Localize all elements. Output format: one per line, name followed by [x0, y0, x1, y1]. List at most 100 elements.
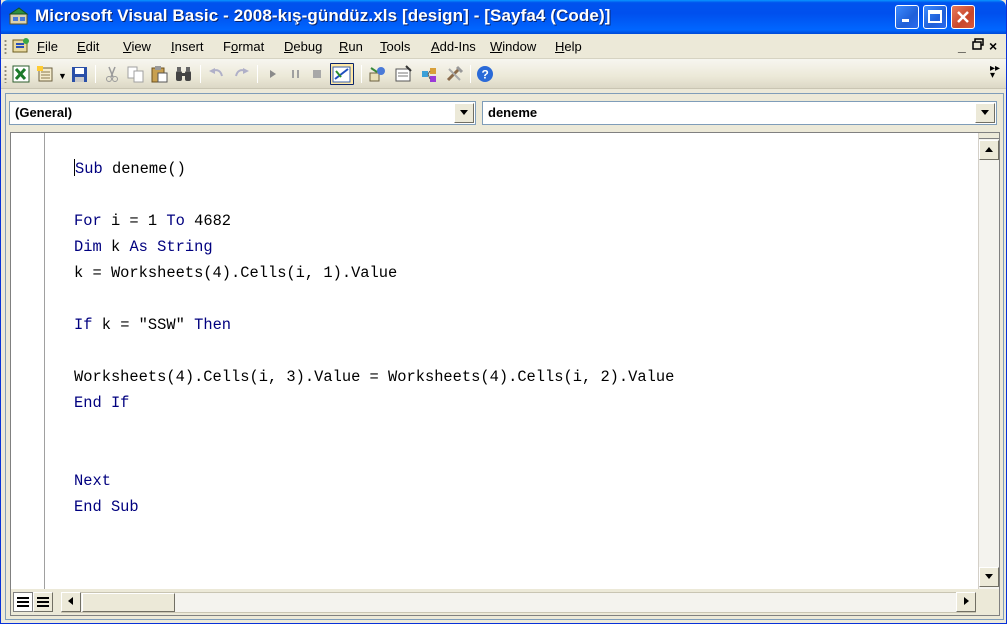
code-line[interactable]	[74, 286, 674, 312]
insert-dropdown-icon[interactable]: ▼	[58, 71, 67, 81]
code-token: 4682	[184, 212, 232, 230]
break-button[interactable]	[285, 64, 307, 84]
object-dropdown-button[interactable]	[454, 103, 474, 123]
undo-button[interactable]	[206, 64, 228, 84]
keyword-token: For	[74, 212, 102, 230]
title-bar[interactable]: Microsoft Visual Basic - 2008-kış-gündüz…	[1, 0, 1006, 34]
pane-splitter[interactable]	[979, 133, 999, 139]
code-line[interactable]: If k = "SSW" Then	[74, 312, 674, 338]
code-line[interactable]: Dim k As String	[74, 234, 674, 260]
mdi-close-button[interactable]: ×	[989, 38, 997, 54]
save-button[interactable]	[69, 64, 91, 84]
menu-item-edit[interactable]: Edit	[77, 39, 99, 54]
menu-item-format[interactable]: Format	[223, 39, 264, 54]
mdi-minimize-button[interactable]: _	[958, 38, 966, 54]
code-token: i = 1	[101, 212, 167, 230]
object-browser-button[interactable]	[419, 64, 441, 84]
save-icon	[72, 67, 87, 82]
redo-icon	[235, 68, 249, 77]
run-button[interactable]	[262, 64, 284, 84]
menu-item-window[interactable]: Window	[490, 39, 536, 54]
menu-item-file[interactable]: File	[37, 39, 58, 54]
reset-button[interactable]	[307, 64, 329, 84]
find-button[interactable]	[173, 64, 195, 84]
properties-icon	[395, 65, 412, 82]
procedure-combobox[interactable]: deneme	[482, 101, 997, 125]
vb-app-icon[interactable]	[9, 7, 29, 25]
code-line[interactable]	[74, 338, 674, 364]
code-line[interactable]: Sub deneme()	[74, 156, 674, 182]
toolbar-separator	[470, 65, 471, 83]
full-module-view-icon	[37, 597, 49, 599]
code-editor[interactable]: Sub deneme() For i = 1 To 4682 Dim k As St…	[10, 132, 1000, 616]
code-token: k = "SSW"	[92, 316, 195, 334]
procedure-view-button[interactable]	[13, 592, 33, 612]
code-text[interactable]: Sub deneme() For i = 1 To 4682 Dim k As St…	[74, 156, 674, 520]
horizontal-scrollbar[interactable]	[61, 592, 976, 613]
menu-item-run[interactable]: Run	[339, 39, 363, 54]
menubar-grip[interactable]	[4, 39, 7, 54]
toolbox-button[interactable]	[444, 64, 466, 84]
toolbar-separator	[200, 65, 201, 83]
help-icon: ?	[477, 66, 493, 82]
menu-item-tools[interactable]: Tools	[380, 39, 410, 54]
scroll-up-button[interactable]	[979, 140, 999, 160]
menu-item-help[interactable]: Help	[555, 39, 582, 54]
code-line[interactable]	[74, 182, 674, 208]
editor-bottom-bar	[11, 589, 999, 615]
chevron-up-icon	[985, 147, 993, 152]
vertical-scrollbar[interactable]	[978, 133, 999, 589]
scroll-down-button[interactable]	[979, 567, 999, 587]
close-button[interactable]	[951, 5, 975, 29]
cut-button[interactable]	[101, 64, 123, 84]
toolbar-separator	[257, 65, 258, 83]
menu-item-debug[interactable]: Debug	[284, 39, 322, 54]
chevron-down-icon	[981, 110, 989, 115]
code-line[interactable]: For i = 1 To 4682	[74, 208, 674, 234]
copy-button[interactable]	[125, 64, 147, 84]
scroll-right-button[interactable]	[956, 592, 976, 612]
find-icon	[176, 67, 191, 81]
project-explorer-button[interactable]	[367, 64, 389, 84]
indicator-margin[interactable]	[11, 133, 45, 589]
keyword-token: End Sub	[74, 498, 139, 516]
code-line[interactable]: Worksheets(4).Cells(i, 3).Value = Worksh…	[74, 364, 674, 390]
paste-button[interactable]	[149, 64, 171, 84]
keyword-token: As String	[129, 238, 213, 256]
document-control-icon[interactable]	[11, 37, 31, 55]
code-line[interactable]: Next	[74, 468, 674, 494]
view-excel-icon	[12, 65, 30, 83]
scroll-left-button[interactable]	[61, 592, 81, 612]
view-excel-button[interactable]	[11, 64, 33, 84]
object-combobox[interactable]: (General)	[9, 101, 476, 125]
toolbar-grip[interactable]	[4, 65, 7, 83]
keyword-token: Next	[74, 472, 111, 490]
code-line[interactable]	[74, 416, 674, 442]
minimize-button[interactable]	[895, 5, 919, 29]
close-icon	[957, 11, 969, 23]
redo-button[interactable]	[231, 64, 253, 84]
toolbar-options-chevron-icon[interactable]: ▸▸ ▾	[990, 64, 1000, 81]
toolbar-separator	[361, 65, 362, 83]
toolbox-icon	[446, 65, 464, 82]
code-line[interactable]: k = Worksheets(4).Cells(i, 1).Value	[74, 260, 674, 286]
menu-item-view[interactable]: View	[123, 39, 151, 54]
design-mode-icon	[332, 66, 351, 83]
procedure-dropdown-button[interactable]	[975, 103, 995, 123]
help-button[interactable]: ?	[475, 64, 497, 84]
horizontal-scroll-thumb[interactable]	[82, 593, 175, 612]
menu-item-add-ins[interactable]: Add-Ins	[431, 39, 476, 54]
code-line[interactable]: End Sub	[74, 494, 674, 520]
design-mode-button[interactable]	[330, 63, 354, 85]
insert-module-button[interactable]	[35, 64, 57, 84]
menu-item-insert[interactable]: Insert	[171, 39, 204, 54]
code-line[interactable]: End If	[74, 390, 674, 416]
maximize-button[interactable]	[923, 5, 947, 29]
procedure-view-icon	[17, 597, 29, 599]
code-line[interactable]	[74, 442, 674, 468]
mdi-restore-button[interactable]	[972, 38, 984, 53]
full-module-view-button[interactable]	[33, 592, 53, 612]
keyword-token: Dim	[74, 238, 102, 256]
restore-icon	[972, 38, 984, 50]
properties-window-button[interactable]	[393, 64, 415, 84]
